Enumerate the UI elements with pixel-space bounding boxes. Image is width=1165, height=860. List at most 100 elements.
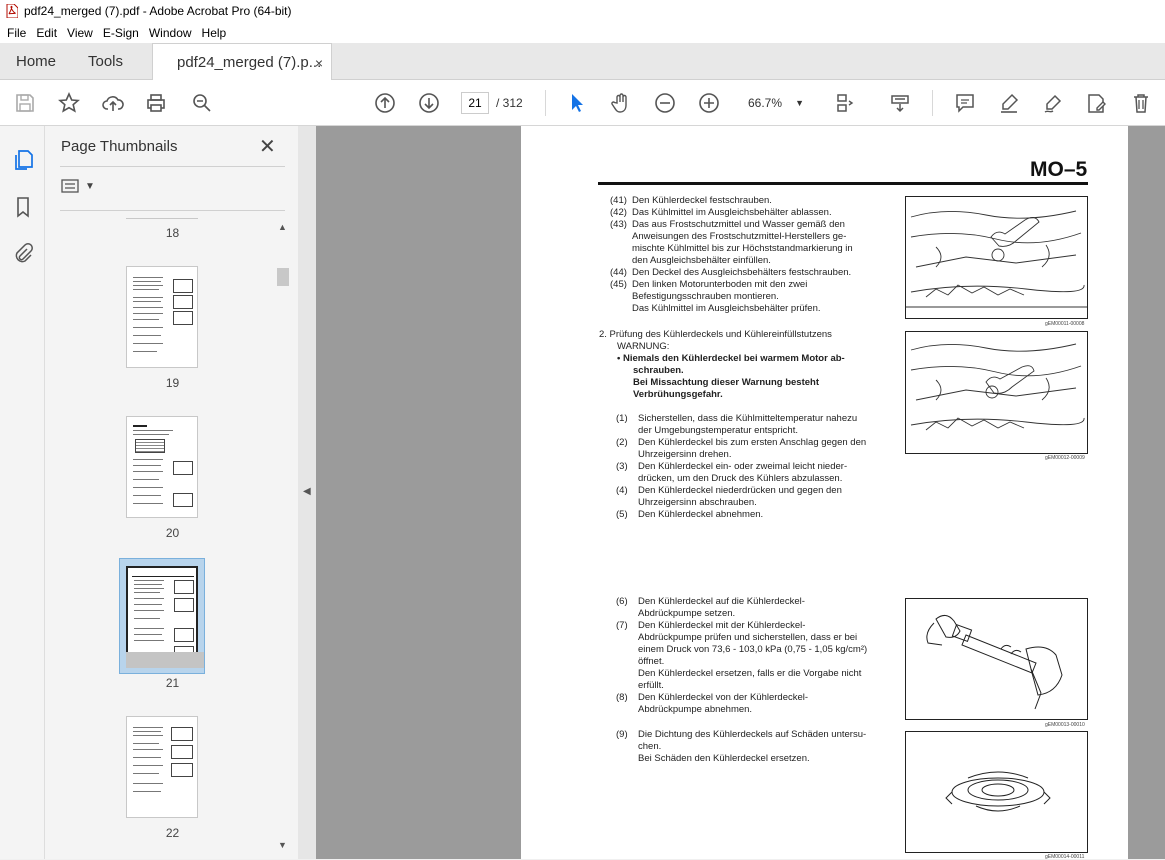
tab-close-icon[interactable]: ×	[315, 55, 323, 71]
page-thumbnails-icon[interactable]	[11, 148, 35, 172]
edit-text-icon[interactable]	[1084, 91, 1108, 115]
step-text: mischte Kühlmittel bis zur Höchststandma…	[632, 243, 853, 254]
search-zoom-icon[interactable]	[190, 91, 214, 115]
toolbar-divider	[932, 90, 933, 116]
sign-pen-icon[interactable]	[1041, 91, 1065, 115]
menu-file[interactable]: File	[2, 26, 31, 40]
tab-tools[interactable]: Tools	[88, 43, 123, 80]
scroll-up-arrow-icon[interactable]: ▲	[278, 222, 287, 232]
acrobat-app-icon	[6, 4, 18, 18]
figure-cap-pressure-tester	[905, 598, 1088, 720]
toolbar-divider	[545, 90, 546, 116]
menu-esign[interactable]: E-Sign	[98, 26, 144, 40]
step-text: drücken, um den Druck des Kühlers abzula…	[638, 473, 843, 484]
thumbnail-page-18-edge	[126, 218, 198, 219]
step-text: Den Kühlerdeckel abnehmen.	[638, 509, 764, 520]
step-text: chen.	[638, 741, 662, 752]
bookmark-star-icon[interactable]	[57, 91, 81, 115]
chevron-down-icon: ▼	[795, 98, 804, 108]
zoom-level-dropdown[interactable]: 66.7% ▼	[742, 92, 808, 114]
upload-cloud-icon[interactable]	[101, 91, 125, 115]
thumbnail-page-20[interactable]	[126, 416, 198, 518]
thumbnail-scrollbar[interactable]: ▲ ▼	[275, 218, 291, 851]
highlight-pen-icon[interactable]	[997, 91, 1021, 115]
attachments-paperclip-icon[interactable]	[11, 241, 35, 265]
thumbnail-label-20: 20	[165, 526, 180, 540]
step-text: Den Kühlerdeckel auf die Kühlerdeckel-	[638, 596, 805, 607]
tab-home[interactable]: Home	[16, 43, 56, 80]
step-number: (9)	[616, 729, 628, 740]
panel-collapse-handle[interactable]: ◀	[298, 126, 316, 859]
menu-bar: File Edit View E-Sign Window Help	[0, 22, 1165, 43]
step-text: Das Kühlmittel im Ausgleichsbehälter prü…	[632, 303, 821, 314]
step-text: Den Kühlerdeckel ein- oder zweimal leich…	[638, 461, 848, 472]
step-line: (43) Das aus Frostschutzmittel und Wasser…	[610, 219, 890, 231]
thumbnail-page-19[interactable]	[126, 266, 198, 368]
step-text: öffnet.	[638, 656, 665, 667]
thumbnail-label-18: 18	[165, 226, 180, 240]
hand-tool-icon[interactable]	[609, 91, 633, 115]
step-text: Den Kühlerdeckel festschrauben.	[632, 195, 772, 206]
step-number: (4)	[616, 485, 628, 496]
warning-line: Verbrühungsgefahr.	[633, 389, 723, 400]
comment-icon[interactable]	[953, 91, 977, 115]
step-line: Das Kühlmittel im Ausgleichsbehälter prü…	[610, 303, 890, 315]
thumbnail-label-21: 21	[165, 676, 180, 690]
step-text: Den Kühlerdeckel ersetzen, falls er die …	[638, 668, 862, 679]
page-fit-icon[interactable]	[832, 91, 856, 115]
document-scrollbar[interactable]	[1128, 126, 1165, 859]
step-text: Das aus Frostschutzmittel und Wasser gem…	[632, 219, 845, 230]
step-number: (43)	[610, 219, 627, 230]
step-line: (8) Den Kühlerdeckel von der Kühlerdeckel…	[616, 692, 896, 704]
main-toolbar: 21 / 312 66.7% ▼	[0, 80, 1165, 126]
select-cursor-icon[interactable]	[565, 91, 589, 115]
scroll-down-arrow-icon[interactable]: ▼	[278, 840, 287, 850]
steps-block-41-45: (41) Den Kühlerdeckel festschrauben. (42) D…	[610, 195, 890, 315]
tab-document[interactable]: pdf24_merged (7).p... ×	[152, 43, 332, 81]
zoom-in-icon[interactable]	[697, 91, 721, 115]
menu-edit[interactable]: Edit	[31, 26, 62, 40]
previous-page-icon[interactable]	[373, 91, 397, 115]
step-number: (42)	[610, 207, 627, 218]
step-line: (42) Das Kühlmittel im Ausgleichsbehälter…	[610, 207, 890, 219]
warning-line: • Niemals den Kühlerdeckel bei warmem Mo…	[617, 353, 845, 364]
thumbnail-list: 18 19 20 21 22	[60, 218, 285, 855]
step-text: Abdrückpumpe prüfen und sicherstellen, d…	[638, 632, 858, 643]
step-text: Den Kühlerdeckel mit der Kühlerdeckel-	[638, 620, 806, 631]
warning-line: Bei Missachtung dieser Warnung besteht	[633, 377, 819, 388]
scrollbar-thumb[interactable]	[277, 268, 289, 286]
step-line: Den Kühlerdeckel ersetzen, falls er die …	[616, 668, 896, 680]
menu-help[interactable]: Help	[197, 26, 232, 40]
bookmarks-icon[interactable]	[11, 195, 35, 219]
step-line: Anweisungen des Frostschutzmittel-Herste…	[610, 231, 890, 243]
trash-icon[interactable]	[1129, 91, 1153, 115]
figure-caption: gEM00013-00010	[1045, 722, 1085, 728]
print-icon[interactable]	[144, 91, 168, 115]
step-number: (6)	[616, 596, 628, 607]
steps-block-1-5: (1) Sicherstellen, dass die Kühlmitteltem…	[616, 413, 896, 521]
menu-view[interactable]: View	[62, 26, 98, 40]
step-text: einem Druck von 73,6 - 103,0 kPa (0,75 -…	[638, 644, 868, 655]
panel-title: Page Thumbnails	[61, 138, 178, 155]
step-line: Befestigungsschrauben montieren.	[610, 291, 890, 303]
thumbnail-options-menu[interactable]: ▼	[61, 179, 95, 193]
menu-window[interactable]: Window	[144, 26, 197, 40]
next-page-icon[interactable]	[417, 91, 441, 115]
thumbnail-viewport-indicator[interactable]	[126, 652, 204, 668]
thumbnail-page-22[interactable]	[126, 716, 198, 818]
step-number: (41)	[610, 195, 627, 206]
page-number-input[interactable]: 21	[461, 92, 489, 114]
zoom-out-icon[interactable]	[653, 91, 677, 115]
tab-document-label: pdf24_merged (7).p...	[177, 54, 322, 71]
step-text: Sicherstellen, dass die Kühlmitteltemper…	[638, 413, 858, 424]
figure-caption: gEM00011-00008	[1045, 321, 1085, 327]
step-number: (44)	[610, 267, 627, 278]
step-line: (3) Den Kühlerdeckel ein- oder zweimal le…	[616, 461, 896, 473]
panel-close-icon[interactable]: ✕	[259, 134, 276, 159]
save-icon[interactable]	[13, 91, 37, 115]
step-line: (1) Sicherstellen, dass die Kühlmitteltem…	[616, 413, 896, 425]
warning-text: • Niemals den Kühlerdeckel bei warmem Mo…	[617, 353, 877, 401]
step-number: (8)	[616, 692, 628, 703]
scroll-mode-icon[interactable]	[888, 91, 912, 115]
step-line: (9) Die Dichtung des Kühlerdeckels auf Sc…	[616, 729, 896, 741]
